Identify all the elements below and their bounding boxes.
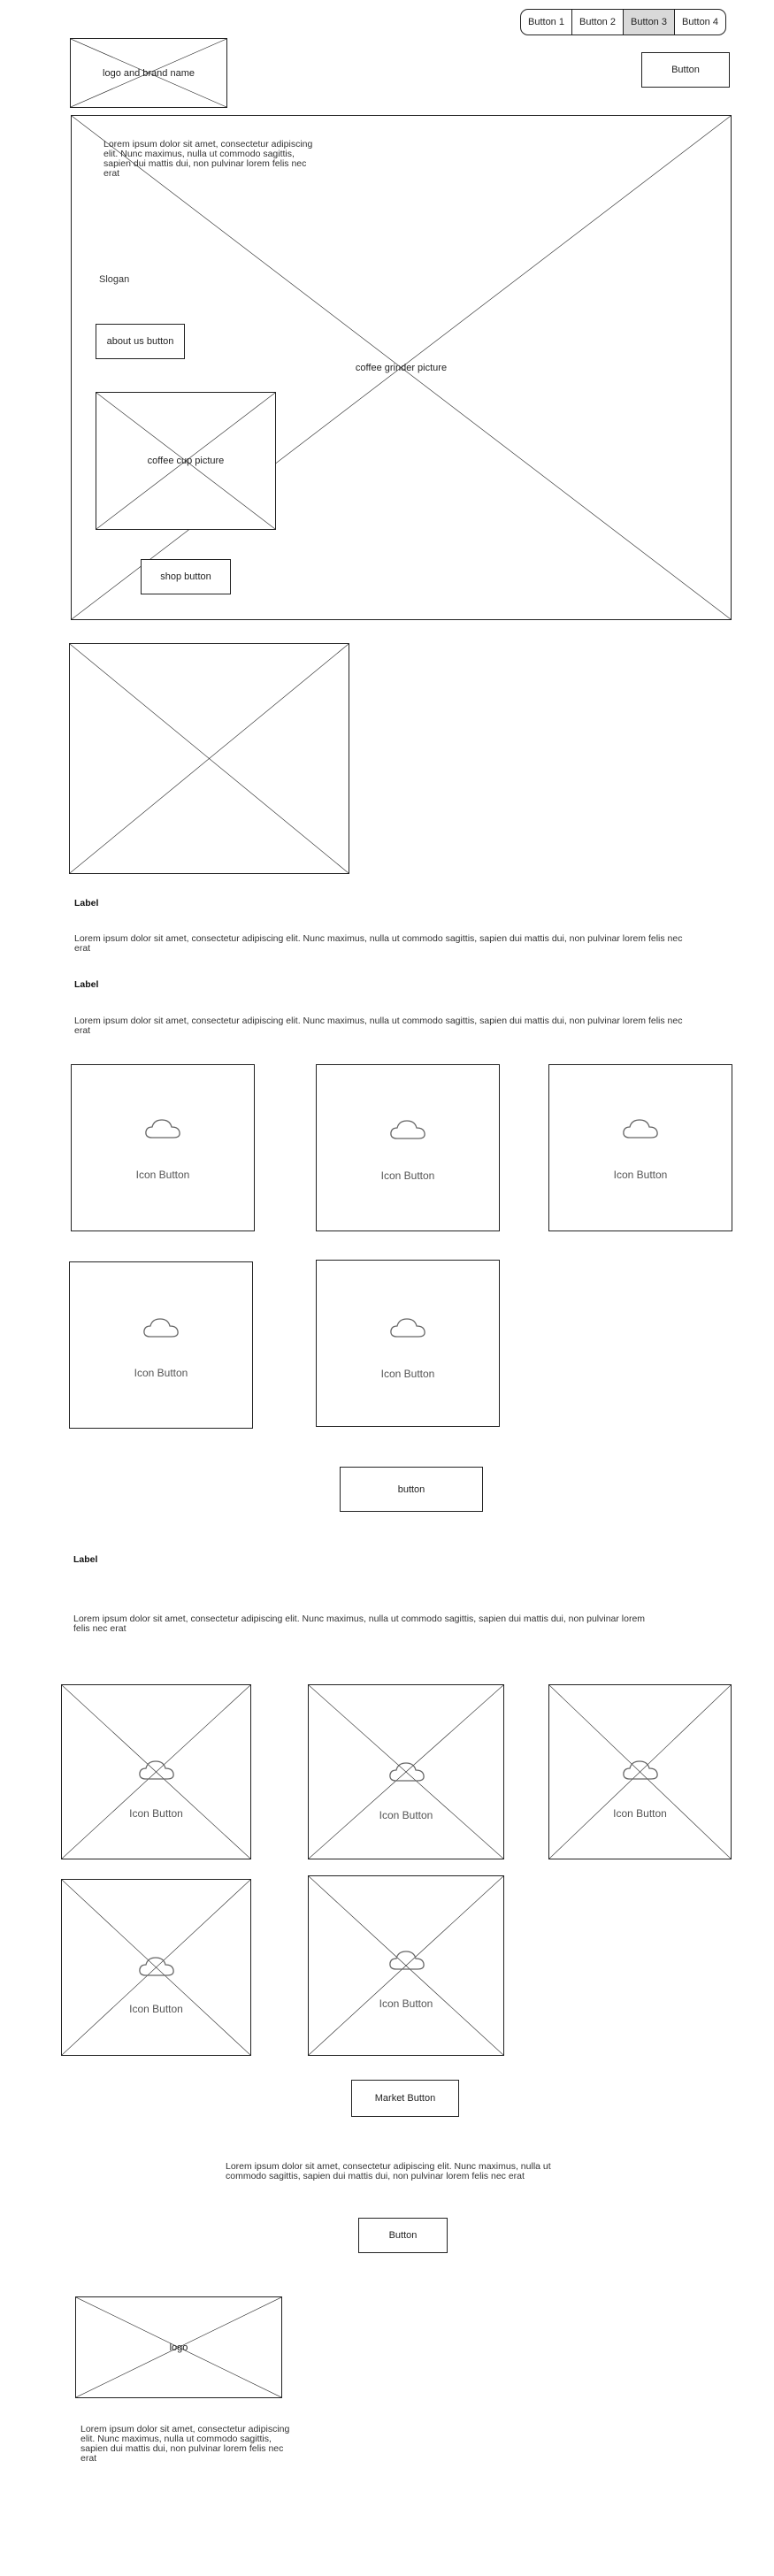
hero-slogan: Slogan bbox=[99, 274, 130, 285]
market-card-label: Icon Button bbox=[129, 2003, 183, 2015]
hero-coffee-grinder-picture: coffee grinder picture bbox=[71, 115, 732, 620]
top-nav: Button 1 Button 2 Button 3 Button 4 bbox=[520, 9, 726, 35]
cloud-icon bbox=[139, 1957, 174, 1976]
coffee-cup-label: coffee cup picture bbox=[147, 456, 225, 466]
market-card-label: Icon Button bbox=[129, 1807, 183, 1820]
footer-logo-label: logo bbox=[169, 2342, 188, 2353]
cta-text: Lorem ipsum dolor sit amet, consectetur … bbox=[226, 2161, 551, 2181]
logo-brand-label: logo and brand name bbox=[103, 67, 195, 79]
header-button[interactable]: Button bbox=[641, 52, 730, 88]
icon-button-label: Icon Button bbox=[134, 1367, 188, 1379]
cloud-icon bbox=[389, 1951, 425, 1970]
cloud-icon bbox=[139, 1760, 174, 1780]
footer-logo[interactable]: logo bbox=[75, 2296, 282, 2398]
icon-button-card[interactable]: Icon Button bbox=[71, 1064, 255, 1231]
market-text: Lorem ipsum dolor sit amet, consectetur … bbox=[73, 1614, 646, 1634]
market-card[interactable]: Icon Button bbox=[61, 1684, 251, 1859]
icon-button-label: Icon Button bbox=[135, 1169, 190, 1181]
icon-button-card[interactable]: Icon Button bbox=[316, 1260, 500, 1427]
logo-and-brand[interactable]: logo and brand name bbox=[70, 38, 227, 108]
icon-button-card[interactable]: Icon Button bbox=[548, 1064, 732, 1231]
cloud-icon bbox=[623, 1119, 658, 1138]
info-text-1: Lorem ipsum dolor sit amet, consectetur … bbox=[74, 933, 683, 954]
icon-button-label: Icon Button bbox=[380, 1169, 435, 1182]
footer-text: Lorem ipsum dolor sit amet, consectetur … bbox=[80, 2424, 290, 2464]
market-card-label: Icon Button bbox=[379, 1809, 433, 1821]
icon-button-card[interactable]: Icon Button bbox=[69, 1261, 253, 1429]
about-us-button[interactable]: about us button bbox=[96, 324, 185, 359]
market-card[interactable]: Icon Button bbox=[308, 1875, 504, 2056]
cloud-icon bbox=[389, 1762, 425, 1782]
image-placeholder bbox=[69, 643, 349, 874]
hero-picture-label: coffee grinder picture bbox=[355, 362, 448, 373]
cloud-icon bbox=[623, 1760, 658, 1780]
market-card-label: Icon Button bbox=[379, 1997, 433, 2010]
cta-button[interactable]: Button bbox=[358, 2218, 448, 2253]
shop-button[interactable]: shop button bbox=[141, 559, 231, 594]
market-card-label: Icon Button bbox=[613, 1807, 667, 1820]
market-label: Label bbox=[73, 1554, 98, 1565]
market-card[interactable]: Icon Button bbox=[308, 1684, 504, 1859]
cloud-icon bbox=[145, 1119, 180, 1138]
image-placeholder-icon bbox=[70, 644, 349, 873]
info-label-1: Label bbox=[74, 898, 99, 908]
coffee-cup-picture: coffee cup picture bbox=[96, 392, 276, 530]
hero-text: Lorem ipsum dolor sit amet, consectetur … bbox=[103, 139, 313, 179]
nav-button-4[interactable]: Button 4 bbox=[674, 10, 725, 34]
market-card[interactable]: Icon Button bbox=[61, 1879, 251, 2056]
icon-button-label: Icon Button bbox=[380, 1368, 435, 1380]
cloud-icon bbox=[390, 1120, 425, 1139]
market-card[interactable]: Icon Button bbox=[548, 1684, 732, 1859]
nav-button-1[interactable]: Button 1 bbox=[521, 10, 571, 34]
icon-button-label: Icon Button bbox=[613, 1169, 668, 1181]
more-button[interactable]: button bbox=[340, 1467, 483, 1512]
nav-button-3[interactable]: Button 3 bbox=[623, 10, 674, 34]
nav-button-2[interactable]: Button 2 bbox=[571, 10, 623, 34]
info-label-2: Label bbox=[74, 979, 99, 990]
market-button[interactable]: Market Button bbox=[351, 2080, 459, 2117]
cloud-icon bbox=[390, 1318, 425, 1338]
icon-button-card[interactable]: Icon Button bbox=[316, 1064, 500, 1231]
cloud-icon bbox=[143, 1318, 179, 1338]
info-text-2: Lorem ipsum dolor sit amet, consectetur … bbox=[74, 1016, 683, 1036]
